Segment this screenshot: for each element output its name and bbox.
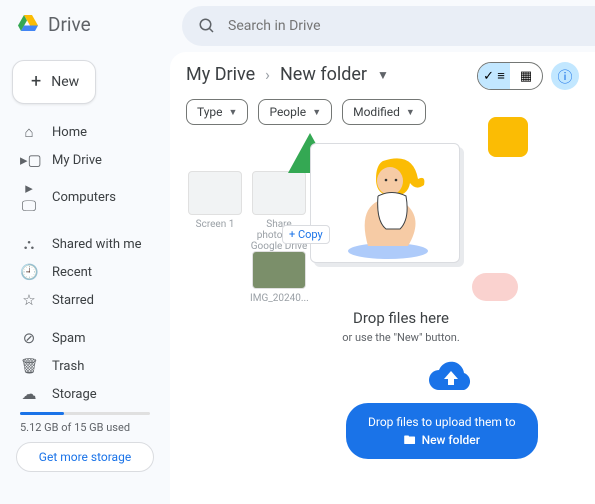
ghost-label: Screen 1 — [196, 219, 235, 230]
sidebar-item-label: Starred — [52, 293, 94, 308]
view-controls: ✓ ≡ ▦ ⓘ — [477, 62, 579, 90]
list-view-button[interactable]: ✓ ≡ — [478, 63, 510, 89]
storage-usage-text: 5.12 GB of 15 GB used — [10, 419, 160, 440]
main-content: My Drive › New folder ▼ ✓ ≡ ▦ ⓘ Type ▼ Pe… — [170, 52, 595, 504]
dropzone-subtitle: or use the "New" button. — [316, 331, 486, 344]
storage-bar — [20, 412, 150, 415]
sidebar-item-starred[interactable]: ☆ Starred — [10, 286, 160, 314]
sidebar-item-label: Home — [52, 125, 87, 140]
search-icon — [198, 17, 216, 35]
folder-icon: 🖿 — [404, 431, 416, 449]
chevron-right-icon: › — [265, 65, 270, 84]
new-button-label: New — [51, 74, 79, 90]
caret-down-icon: ▼ — [406, 107, 415, 118]
filter-modified[interactable]: Modified ▼ — [342, 99, 426, 125]
sidebar: + New ⌂ Home ▸▢ My Drive ▸🖵 Computers ⛬ Shar… — [0, 48, 170, 504]
app-logo[interactable]: Drive — [0, 12, 170, 36]
sidebar-item-mydrive[interactable]: ▸▢ My Drive — [10, 146, 160, 174]
copy-badge: + Copy — [282, 225, 330, 244]
drop-area[interactable]: Screen 1 Share photos on Google Drive 1 … — [186, 151, 579, 504]
chip-label: People — [269, 105, 306, 119]
grid-view-button[interactable]: ▦ — [510, 63, 542, 89]
upload-cloud-icon[interactable] — [428, 359, 474, 395]
mydrive-icon: ▸▢ — [20, 151, 38, 169]
empty-state-illustration — [282, 127, 482, 297]
drive-logo-icon — [16, 12, 40, 36]
shared-icon: ⛬ — [20, 235, 38, 253]
app-name: Drive — [48, 13, 91, 36]
star-icon: ☆ — [20, 291, 38, 309]
upload-pill-line1: Drop files to upload them to — [368, 413, 516, 431]
get-storage-button[interactable]: Get more storage — [16, 442, 154, 472]
spam-icon: ⊘ — [20, 329, 38, 347]
sidebar-item-trash[interactable]: 🗑 Trash — [10, 352, 160, 380]
sidebar-item-home[interactable]: ⌂ Home — [10, 118, 160, 146]
trash-icon: 🗑 — [20, 357, 38, 375]
search-input[interactable] — [228, 18, 579, 34]
info-button[interactable]: ⓘ — [551, 62, 579, 90]
home-icon: ⌂ — [20, 123, 38, 141]
filter-type[interactable]: Type ▼ — [186, 99, 248, 125]
cloud-icon: ☁ — [20, 385, 38, 403]
sidebar-item-shared[interactable]: ⛬ Shared with me — [10, 230, 160, 258]
upload-pill-button[interactable]: Drop files to upload them to 🖿 New folder — [346, 403, 538, 459]
sidebar-item-spam[interactable]: ⊘ Spam — [10, 324, 160, 352]
computers-icon: ▸🖵 — [20, 179, 38, 215]
sidebar-item-computers[interactable]: ▸🖵 Computers — [10, 174, 160, 220]
plus-icon: + — [31, 73, 41, 91]
sidebar-item-label: Recent — [52, 265, 92, 280]
search-bar[interactable] — [182, 6, 595, 46]
breadcrumb-root[interactable]: My Drive — [186, 64, 255, 85]
sidebar-item-label: Computers — [52, 190, 116, 205]
new-button[interactable]: + New — [12, 60, 96, 104]
sidebar-item-label: Storage — [52, 387, 97, 402]
view-toggle: ✓ ≡ ▦ — [477, 62, 543, 90]
sidebar-item-label: Spam — [52, 331, 86, 346]
filter-people[interactable]: People ▼ — [258, 99, 332, 125]
caret-down-icon: ▼ — [312, 107, 321, 118]
caret-down-icon: ▼ — [229, 107, 238, 118]
recent-icon: 🕘 — [20, 263, 38, 281]
sidebar-item-label: Shared with me — [52, 237, 142, 252]
upload-pill-folder: New folder — [422, 431, 480, 449]
chip-label: Modified — [353, 105, 400, 119]
dropzone-title: Drop files here — [316, 309, 486, 327]
drag-ghost-file: Screen 1 — [186, 171, 244, 230]
breadcrumb-current[interactable]: New folder — [280, 64, 367, 85]
dropzone-text: Drop files here or use the "New" button. — [316, 309, 486, 344]
sidebar-item-label: Trash — [52, 359, 84, 374]
sidebar-item-recent[interactable]: 🕘 Recent — [10, 258, 160, 286]
person-illustration-icon — [328, 151, 448, 261]
sidebar-item-storage[interactable]: ☁ Storage — [10, 380, 160, 408]
sidebar-item-label: My Drive — [52, 153, 102, 168]
caret-down-icon[interactable]: ▼ — [377, 68, 389, 82]
chip-label: Type — [197, 105, 223, 119]
